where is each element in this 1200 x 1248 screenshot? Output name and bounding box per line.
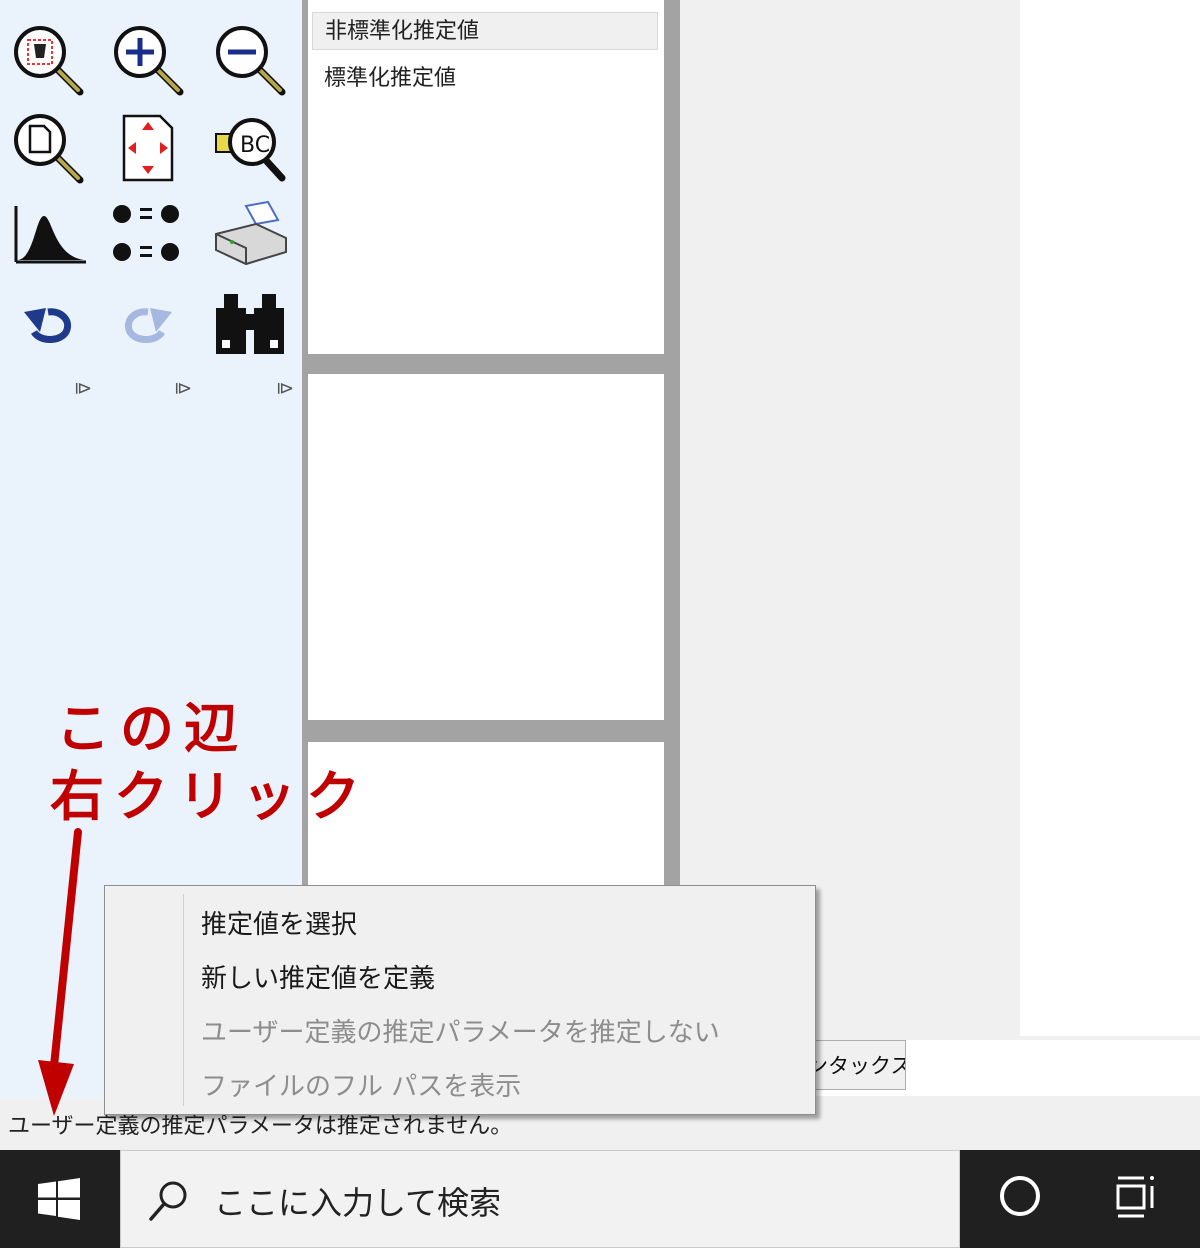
list-item-standardized[interactable]: 標準化推定値 [324, 60, 456, 92]
list-item-unstandardized[interactable]: 非標準化推定値 [312, 12, 658, 50]
drawing-canvas[interactable] [1020, 0, 1200, 1036]
menu-item-select-estimates[interactable]: 推定値を選択 [201, 904, 357, 941]
menu-icon-separator [183, 894, 184, 1106]
groups-panel [308, 374, 664, 720]
print-icon[interactable] [210, 198, 290, 274]
zoom-page-icon[interactable] [8, 110, 88, 186]
menu-item-define-new-estimates[interactable]: 新しい推定値を定義 [201, 958, 435, 995]
fit-to-page-icon[interactable] [108, 110, 188, 186]
binoculars-icon[interactable] [210, 286, 290, 362]
toolbar-more-icon[interactable]: ⧐ [276, 378, 294, 399]
degrees-of-freedom-icon[interactable] [108, 198, 188, 274]
annotation-arrow [38, 828, 82, 1116]
toolbar-more-icon[interactable]: ⧐ [174, 378, 192, 399]
toolbar-more-icon[interactable]: ⧐ [74, 378, 92, 399]
undo-icon[interactable] [8, 286, 88, 362]
cortana-icon[interactable] [1000, 1176, 1040, 1216]
estimates-list: 非標準化推定値 標準化推定値 [308, 0, 664, 354]
menu-item-do-not-estimate-user-params: ユーザー定義の推定パラメータを推定しない [201, 1018, 720, 1048]
loupe-icon[interactable]: BC [210, 110, 290, 186]
task-view-icon[interactable] [1110, 1170, 1160, 1230]
menu-item-show-full-path: ファイルのフル パスを表示 [201, 1072, 522, 1102]
svg-text:BC: BC [240, 133, 270, 158]
search-placeholder: ここに入力して検索 [214, 1184, 502, 1222]
windows-logo-icon [38, 1178, 80, 1220]
search-icon [149, 1181, 187, 1221]
zoom-in-icon[interactable] [108, 22, 188, 98]
path-diagram-area[interactable] [680, 0, 1020, 1040]
context-menu: 推定値を選択 新しい推定値を定義 ユーザー定義の推定パラメータを推定しない ファ… [104, 885, 816, 1115]
start-button[interactable] [0, 1150, 118, 1248]
zoom-out-icon[interactable] [210, 22, 290, 98]
zoom-select-icon[interactable] [8, 22, 88, 98]
histogram-icon[interactable] [8, 198, 88, 274]
redo-icon[interactable] [108, 286, 188, 362]
